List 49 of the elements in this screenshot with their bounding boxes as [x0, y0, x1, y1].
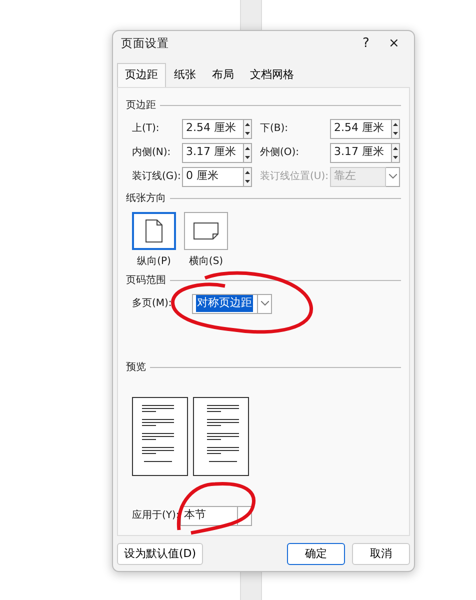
section-heading: 页边距 — [126, 98, 156, 112]
input-field[interactable]: 2.54 厘米 — [330, 118, 392, 138]
spin-button[interactable] — [244, 118, 252, 138]
up-arrow-icon — [245, 170, 250, 174]
field-label: 内侧(N): — [132, 146, 172, 160]
dialog-button[interactable]: 设为默认值(D) — [117, 543, 204, 565]
tab[interactable]: 页边距 — [117, 63, 166, 86]
input-field[interactable]: 0 厘米 — [182, 166, 244, 186]
field-label: 下(B): — [260, 122, 290, 136]
section-heading: 预览 — [126, 360, 146, 374]
input-field[interactable]: 2.54 厘米 — [182, 118, 244, 138]
dialog-button[interactable]: 确定 — [287, 543, 345, 565]
tab[interactable]: 文档网格 — [242, 63, 302, 86]
tab[interactable]: 纸张 — [166, 63, 204, 86]
up-arrow-icon — [245, 146, 250, 150]
spin-button[interactable] — [392, 142, 400, 162]
page-icon — [193, 222, 219, 240]
field-label: 多页(M): — [132, 297, 173, 311]
spin-button[interactable] — [244, 166, 252, 186]
up-arrow-icon — [393, 122, 398, 126]
close-button[interactable]: × — [380, 34, 408, 54]
section-heading: 纸张方向 — [126, 192, 166, 206]
down-arrow-icon — [393, 132, 398, 134]
up-arrow-icon — [245, 122, 250, 126]
up-arrow-icon — [393, 146, 398, 150]
select-field[interactable]: 对称页边距 — [192, 294, 258, 314]
input-field[interactable]: 3.17 厘米 — [182, 142, 244, 162]
orientation-button[interactable] — [184, 212, 228, 250]
select-field[interactable]: 本节 — [180, 506, 238, 526]
down-arrow-icon — [245, 180, 250, 182]
field-label: 装订线(G): — [132, 170, 182, 184]
field-label: 外侧(O): — [260, 146, 300, 160]
field-label: 装订线位置(U): — [260, 170, 330, 184]
section-heading: 页码范围 — [126, 274, 166, 288]
tab[interactable]: 布局 — [204, 63, 242, 86]
spin-button[interactable] — [392, 118, 400, 138]
orientation-button[interactable] — [132, 212, 176, 250]
down-arrow-icon — [393, 156, 398, 158]
orientation-label: 纵向(P) — [137, 254, 171, 268]
window-title: 页面设置 — [121, 35, 170, 52]
down-arrow-icon — [245, 132, 250, 134]
field-label: 上(T): — [132, 122, 160, 136]
dialog-button[interactable]: 取消 — [352, 543, 410, 565]
spin-button[interactable] — [244, 142, 252, 162]
orientation-label: 横向(S) — [188, 254, 224, 268]
down-arrow-icon — [245, 156, 250, 158]
help-button[interactable]: ? — [352, 34, 380, 54]
input-field[interactable]: 3.17 厘米 — [330, 142, 392, 162]
page-icon — [145, 218, 163, 242]
